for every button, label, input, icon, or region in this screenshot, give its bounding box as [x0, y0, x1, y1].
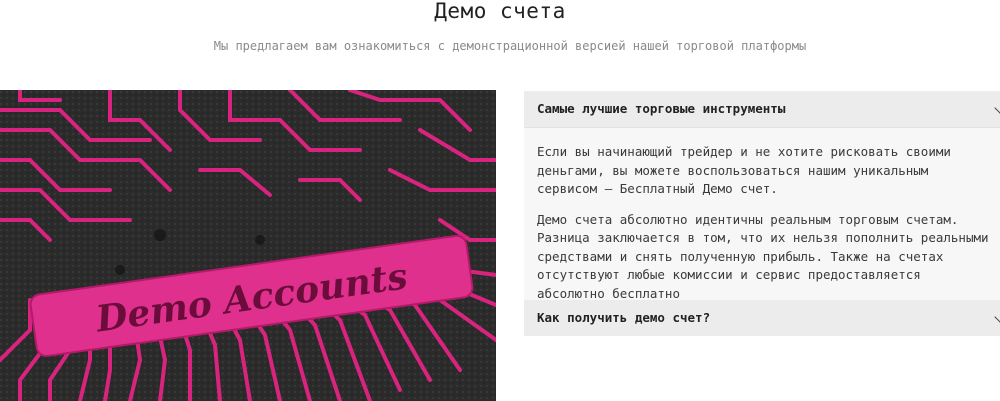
page-title: Демо счета [434, 0, 566, 23]
accordion-paragraph: Демо счета абсолютно идентичны реальным … [537, 211, 989, 301]
chevron-down-icon[interactable] [994, 102, 1000, 114]
circuit-board-illustration: Demo Accounts [0, 90, 496, 401]
accordion-paragraph: Если вы начинающий трейдер и не хотите р… [537, 144, 951, 196]
demo-accounts-image: Demo Accounts [0, 90, 496, 401]
accordion-item-title: Самые лучшие торговые инструменты [537, 101, 786, 116]
accordion-item-content: Если вы начинающий трейдер и не хотите р… [524, 128, 1000, 301]
faq-accordion: Самые лучшие торговые инструменты Если в… [524, 91, 1000, 336]
chevron-down-icon[interactable] [994, 311, 1000, 323]
accordion-item-title: Как получить демо счет? [537, 310, 711, 325]
page-subtitle: Мы предлагаем вам ознакомиться с демонст… [213, 39, 807, 53]
accordion-item-header-how-to-get[interactable]: Как получить демо счет? [524, 300, 1000, 336]
accordion-item-header-tools[interactable]: Самые лучшие торговые инструменты [524, 91, 1000, 128]
